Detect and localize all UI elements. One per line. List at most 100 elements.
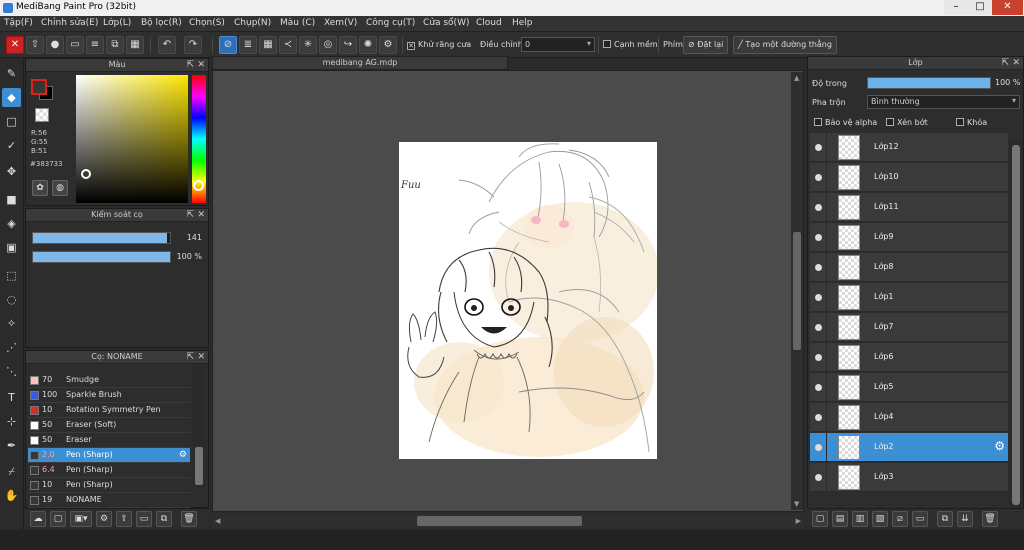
brush-size-slider[interactable] [32, 232, 171, 244]
eyedropper-tool-icon[interactable]: ⌿ [2, 462, 21, 481]
gradient-tool-icon[interactable]: ▣ [2, 238, 21, 257]
rectangle-tool-icon[interactable]: □ [2, 112, 21, 131]
visibility-eye-icon[interactable] [815, 414, 822, 421]
menu-tools[interactable]: Công cụ(T) [366, 18, 415, 28]
divide-tool-icon[interactable]: ✒ [2, 436, 21, 455]
menu-cloud[interactable]: Cloud [476, 18, 502, 28]
maximize-button[interactable]: □ [968, 0, 992, 15]
snap-settings-icon[interactable]: ⚙ [379, 36, 397, 54]
hue-cursor[interactable] [193, 180, 204, 191]
foreground-color-swatch[interactable] [31, 79, 47, 95]
folder-icon[interactable]: ▭ [136, 511, 152, 527]
scroll-thumb[interactable] [195, 447, 203, 485]
undock-icon[interactable]: ⇱ [186, 209, 194, 221]
lasso-tool-icon[interactable]: ◌ [2, 290, 21, 309]
page-manage-icon[interactable]: ⧉ [106, 36, 124, 54]
message-icon[interactable]: ▭ [66, 36, 84, 54]
brush-settings-icon[interactable]: ⚙ [96, 511, 112, 527]
brush-item[interactable]: 2.0 Pen (Sharp) ⚙ [28, 448, 190, 463]
hand-tool-icon[interactable]: ✋ [2, 486, 21, 505]
export-brush-icon[interactable]: ⇪ [116, 511, 132, 527]
clipping-checkbox[interactable]: Xén bớt [886, 118, 928, 127]
undock-icon[interactable]: ⇱ [1001, 57, 1009, 69]
scroll-thumb[interactable] [417, 516, 582, 526]
operation-tool-icon[interactable]: ⊹ [2, 412, 21, 431]
layer-item[interactable]: Lớp10 [810, 163, 1008, 192]
brush-tool-icon[interactable]: ✎ [2, 64, 21, 83]
new-1bit-layer-icon[interactable]: ▧ [872, 511, 888, 527]
scroll-up-icon[interactable]: ▲ [794, 74, 799, 82]
visibility-eye-icon[interactable] [815, 444, 822, 451]
select-pen-tool-icon[interactable]: ⋰ [2, 338, 21, 357]
blend-mode-dropdown[interactable]: Bình thường ▾ [867, 95, 1020, 109]
menu-help[interactable]: Help [512, 18, 533, 28]
undock-icon[interactable]: ⇱ [186, 59, 194, 71]
layer-item[interactable]: Lớp4 [810, 403, 1008, 432]
layer-item[interactable]: Lớp11 [810, 193, 1008, 222]
layer-item[interactable]: Lớp8 [810, 253, 1008, 282]
move-tool-icon[interactable]: ✥ [2, 162, 21, 181]
visibility-eye-icon[interactable] [815, 264, 822, 271]
layer-item[interactable]: Lớp1 [810, 283, 1008, 312]
antialias-checkbox[interactable]: ✕ Khử răng cưa [407, 40, 471, 50]
radial-line-icon[interactable]: ✳ [299, 36, 317, 54]
share-icon[interactable]: ⇧ [26, 36, 44, 54]
palette-icon[interactable]: ✿ [32, 180, 48, 196]
minimize-button[interactable]: – [944, 0, 968, 15]
delete-brush-icon[interactable]: 🗑 [181, 511, 197, 527]
layer-item[interactable]: Lớp6 [810, 343, 1008, 372]
scroll-down-icon[interactable]: ▼ [794, 500, 799, 508]
protect-alpha-checkbox[interactable]: Bảo vệ alpha [814, 118, 877, 127]
text-tool-icon[interactable]: T [2, 388, 21, 407]
undock-icon[interactable]: ⇱ [186, 351, 194, 363]
reset-button[interactable]: ⊘ Đặt lại [683, 36, 729, 54]
visibility-eye-icon[interactable] [815, 474, 822, 481]
brush-item[interactable]: 6.4 Pen (Sharp) [28, 463, 190, 478]
transparent-color-swatch[interactable] [35, 108, 49, 122]
grid-snap-icon[interactable]: ▦ [259, 36, 277, 54]
panel-close-icon[interactable]: ✕ [197, 59, 205, 71]
curve-snap-icon[interactable]: ↪ [339, 36, 357, 54]
visibility-eye-icon[interactable] [815, 234, 822, 241]
soft-edge-checkbox[interactable]: Cạnh mềm [603, 40, 658, 49]
menu-view[interactable]: Xem(V) [324, 18, 357, 28]
bucket-tool-icon[interactable]: ◈ [2, 214, 21, 233]
select-eraser-tool-icon[interactable]: ⋱ [2, 362, 21, 381]
select-tool-icon[interactable]: ⬚ [2, 266, 21, 285]
brush-item[interactable]: 100 Sparkle Brush [28, 388, 190, 403]
add-layer-menu-icon[interactable]: ⧄ [892, 511, 908, 527]
menu-edit[interactable]: Chỉnh sửa(E) [41, 18, 98, 28]
close-canvas-icon[interactable]: ✕ [6, 36, 24, 54]
brush-item[interactable]: 10 Pen (Sharp) [28, 478, 190, 493]
magic-wand-tool-icon[interactable]: ✧ [2, 314, 21, 333]
brush-item[interactable]: 10 Rotation Symmetry Pen [28, 403, 190, 418]
delete-layer-icon[interactable]: 🗑 [982, 511, 998, 527]
page-icon[interactable]: ≡ [86, 36, 104, 54]
close-button[interactable]: ✕ [992, 0, 1023, 15]
scroll-right-icon[interactable]: ▶ [796, 517, 801, 525]
brush-item[interactable]: 50 Eraser (Soft) [28, 418, 190, 433]
layer-item[interactable]: Lớp12 [810, 133, 1008, 162]
duplicate-brush-icon[interactable]: ⧉ [156, 511, 172, 527]
visibility-eye-icon[interactable] [815, 324, 822, 331]
canvas-tab[interactable]: medibang AG.mdp [212, 56, 508, 70]
fill-shape-tool-icon[interactable]: ■ [2, 190, 21, 209]
menu-color[interactable]: Màu (C) [280, 18, 315, 28]
brush-opacity-slider[interactable] [32, 251, 171, 263]
brush-size-value[interactable]: 141 [187, 232, 202, 244]
new-brush-icon[interactable]: ▢ [50, 511, 66, 527]
canvas-horizontal-scrollbar[interactable]: ◀ ▶ [212, 514, 804, 528]
new-8bit-layer-icon[interactable]: ▥ [852, 511, 868, 527]
layer-item[interactable]: Lớp3 [810, 463, 1008, 492]
menu-snap[interactable]: Chụp(N) [234, 18, 271, 28]
menu-window[interactable]: Cửa sổ(W) [423, 18, 469, 28]
dot-tool-icon[interactable]: ✓ [2, 136, 21, 155]
layer-item[interactable]: Lớp9 [810, 223, 1008, 252]
visibility-eye-icon[interactable] [815, 174, 822, 181]
scroll-left-icon[interactable]: ◀ [215, 517, 220, 525]
perspective-snap-icon[interactable]: ✺ [359, 36, 377, 54]
layer-item[interactable]: Lớp5 [810, 373, 1008, 402]
visibility-eye-icon[interactable] [815, 384, 822, 391]
eraser-tool-icon[interactable]: ◆ [2, 88, 21, 107]
visibility-eye-icon[interactable] [815, 294, 822, 301]
